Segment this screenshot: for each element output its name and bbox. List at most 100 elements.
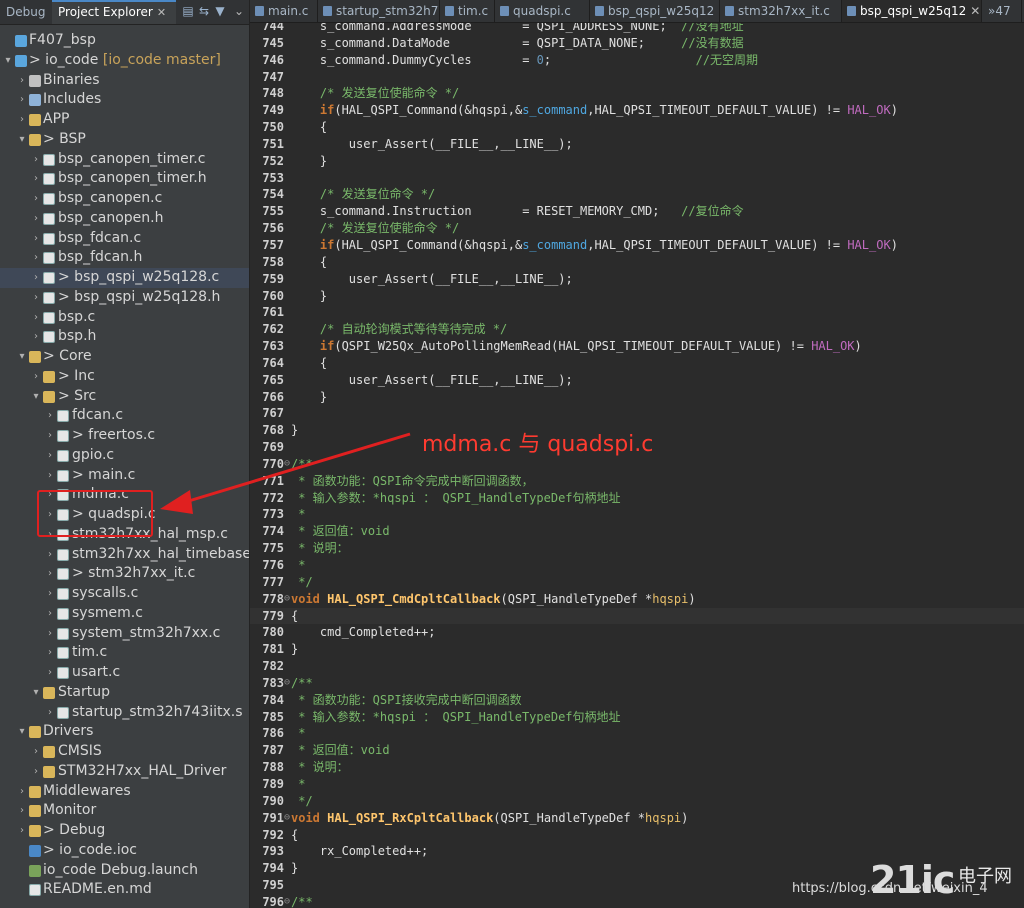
tree-item[interactable]: › gpio.c bbox=[0, 446, 249, 466]
filter-icon[interactable]: ▼ bbox=[213, 4, 227, 18]
code-line[interactable]: 791 ⊖ void HAL_QSPI_RxCpltCallback(QSPI_Ha… bbox=[250, 810, 1024, 827]
tree-item[interactable]: › bsp.c bbox=[0, 308, 249, 328]
chevron-down-icon[interactable]: ▾ bbox=[3, 51, 13, 71]
tree-item[interactable]: › bsp_fdcan.h bbox=[0, 248, 249, 268]
chevron-right-icon[interactable]: › bbox=[31, 150, 41, 170]
tree-item[interactable]: › > stm32h7xx_it.c bbox=[0, 564, 249, 584]
tree-item[interactable]: › Binaries bbox=[0, 71, 249, 91]
chevron-right-icon[interactable]: › bbox=[45, 466, 55, 486]
chevron-right-icon[interactable]: › bbox=[17, 90, 27, 110]
chevron-right-icon[interactable]: › bbox=[45, 545, 55, 565]
tree-item[interactable]: ▾ Drivers bbox=[0, 722, 249, 742]
tree-item[interactable]: › > freertos.c bbox=[0, 426, 249, 446]
tree-item[interactable]: › Monitor bbox=[0, 801, 249, 821]
chevron-right-icon[interactable]: › bbox=[31, 248, 41, 268]
code-line[interactable]: 752 } bbox=[250, 153, 1024, 170]
code-line[interactable]: 792 { bbox=[250, 827, 1024, 844]
code-line[interactable]: 762 /* 自动轮询模式等待等待完成 */ bbox=[250, 321, 1024, 338]
code-line[interactable]: 776 * bbox=[250, 557, 1024, 574]
code-line[interactable]: 770 ⊖/** bbox=[250, 456, 1024, 473]
tree-item[interactable]: › > bsp_qspi_w25q128.h bbox=[0, 288, 249, 308]
code-line[interactable]: 745 s_command.DataMode = QSPI_DATA_NONE;… bbox=[250, 35, 1024, 52]
code-line[interactable]: 753 bbox=[250, 170, 1024, 187]
chevron-right-icon[interactable]: › bbox=[31, 367, 41, 387]
code-line[interactable]: 772 * 输入参数：*hqspi ： QSPI_HandleTypeDef句柄… bbox=[250, 490, 1024, 507]
code-line[interactable]: 754 /* 发送复位命令 */ bbox=[250, 186, 1024, 203]
tree-item[interactable]: › tim.c bbox=[0, 643, 249, 663]
tree-item[interactable]: › fdcan.c bbox=[0, 406, 249, 426]
code-line[interactable]: 771 * 函数功能：QSPI命令完成中断回调函数， bbox=[250, 473, 1024, 490]
code-line[interactable]: 767 bbox=[250, 405, 1024, 422]
chevron-right-icon[interactable]: › bbox=[17, 110, 27, 130]
tree-item[interactable]: › startup_stm32h743iitx.s bbox=[0, 703, 249, 723]
tree-item[interactable]: › bsp_canopen.c bbox=[0, 189, 249, 209]
close-icon[interactable]: ✕ bbox=[157, 6, 166, 19]
code-line[interactable]: 787 * 返回值：void bbox=[250, 742, 1024, 759]
chevron-down-icon[interactable]: ▾ bbox=[17, 130, 27, 150]
tree-item[interactable]: › bsp_canopen_timer.c bbox=[0, 150, 249, 170]
code-line[interactable]: 748 /* 发送复位使能命令 */ bbox=[250, 85, 1024, 102]
chevron-right-icon[interactable]: › bbox=[31, 189, 41, 209]
code-line[interactable]: 778 ⊖ void HAL_QSPI_CmdCpltCallback(QSPI_H… bbox=[250, 591, 1024, 608]
tree-item[interactable]: ▾ > io_code [io_code master] bbox=[0, 51, 249, 71]
fold-toggle-icon[interactable]: ⊖ bbox=[284, 810, 291, 827]
code-line[interactable]: 785 * 输入参数：*hqspi ： QSPI_HandleTypeDef句柄… bbox=[250, 709, 1024, 726]
code-line[interactable]: 773 * bbox=[250, 506, 1024, 523]
fold-toggle-icon[interactable]: ⊖ bbox=[284, 894, 291, 908]
code-line[interactable]: 760 } bbox=[250, 288, 1024, 305]
code-line[interactable]: 779 { bbox=[250, 607, 1024, 625]
code-line[interactable]: 774 * 返回值：void bbox=[250, 523, 1024, 540]
code-line[interactable]: 781} bbox=[250, 641, 1024, 658]
tree-item[interactable]: › > main.c bbox=[0, 466, 249, 486]
code-line[interactable]: 789 * bbox=[250, 776, 1024, 793]
tree-item[interactable]: › bsp_canopen_timer.h bbox=[0, 169, 249, 189]
tab-project-explorer[interactable]: Project Explorer ✕ bbox=[52, 0, 176, 24]
code-line[interactable]: 788 * 说明： bbox=[250, 759, 1024, 776]
chevron-right-icon[interactable]: › bbox=[45, 564, 55, 584]
code-line[interactable]: 750 { bbox=[250, 119, 1024, 136]
code-line[interactable]: 757 if(HAL_QSPI_Command(&hqspi,&s_comman… bbox=[250, 237, 1024, 254]
code-line[interactable]: 783 ⊖/** bbox=[250, 675, 1024, 692]
chevron-right-icon[interactable]: › bbox=[31, 169, 41, 189]
code-line[interactable]: 756 /* 发送复位使能命令 */ bbox=[250, 220, 1024, 237]
chevron-right-icon[interactable]: › bbox=[45, 663, 55, 683]
fold-toggle-icon[interactable]: ⊖ bbox=[284, 591, 291, 608]
chevron-right-icon[interactable]: › bbox=[31, 268, 41, 288]
chevron-right-icon[interactable]: › bbox=[31, 742, 41, 762]
chevron-right-icon[interactable]: › bbox=[17, 71, 27, 91]
editor-tab[interactable]: tim.c bbox=[440, 0, 495, 22]
chevron-right-icon[interactable]: › bbox=[31, 308, 41, 328]
tree-item[interactable]: ▾ > Src bbox=[0, 387, 249, 407]
code-line[interactable]: 790 */ bbox=[250, 793, 1024, 810]
tree-item[interactable]: › sysmem.c bbox=[0, 604, 249, 624]
code-line[interactable]: 784 * 函数功能：QSPI接收完成中断回调函数 bbox=[250, 692, 1024, 709]
chevron-down-icon[interactable]: ▾ bbox=[17, 722, 27, 742]
code-line[interactable]: 763 if(QSPI_W25Qx_AutoPollingMemRead(HAL… bbox=[250, 338, 1024, 355]
editor-tab[interactable]: bsp_qspi_w25q12 ✕ bbox=[842, 0, 982, 22]
tree-item[interactable]: › bsp_fdcan.c bbox=[0, 229, 249, 249]
chevron-right-icon[interactable]: › bbox=[45, 643, 55, 663]
chevron-right-icon[interactable]: › bbox=[45, 604, 55, 624]
code-line[interactable]: 782 bbox=[250, 658, 1024, 675]
chevron-right-icon[interactable]: › bbox=[17, 821, 27, 841]
editor-tab[interactable]: quadspi.c bbox=[495, 0, 590, 22]
code-line[interactable]: 759 user_Assert(__FILE__,__LINE__); bbox=[250, 271, 1024, 288]
tree-item[interactable]: › > Inc bbox=[0, 367, 249, 387]
chevron-down-icon[interactable]: ▾ bbox=[31, 683, 41, 703]
chevron-right-icon[interactable]: › bbox=[31, 229, 41, 249]
code-line[interactable]: 777 */ bbox=[250, 574, 1024, 591]
code-line[interactable]: 764 { bbox=[250, 355, 1024, 372]
tree-item[interactable]: › syscalls.c bbox=[0, 584, 249, 604]
code-area[interactable]: 744 s_command.AddressMode = QSPI_ADDRESS… bbox=[250, 18, 1024, 908]
fold-toggle-icon[interactable]: ⊖ bbox=[284, 456, 291, 473]
chevron-right-icon[interactable]: › bbox=[31, 762, 41, 782]
chevron-right-icon[interactable]: › bbox=[31, 288, 41, 308]
chevron-down-icon[interactable]: ▾ bbox=[31, 387, 41, 407]
tree-item[interactable]: > io_code.ioc bbox=[0, 841, 249, 861]
editor-tab[interactable]: main.c bbox=[250, 0, 318, 22]
chevron-right-icon[interactable]: › bbox=[17, 782, 27, 802]
code-line[interactable]: 751 user_Assert(__FILE__,__LINE__); bbox=[250, 136, 1024, 153]
tree-item[interactable]: › APP bbox=[0, 110, 249, 130]
code-line[interactable]: 746 s_command.DummyCycles = 0; //无空周期 bbox=[250, 52, 1024, 69]
tree-item[interactable]: › > bsp_qspi_w25q128.c bbox=[0, 268, 249, 288]
